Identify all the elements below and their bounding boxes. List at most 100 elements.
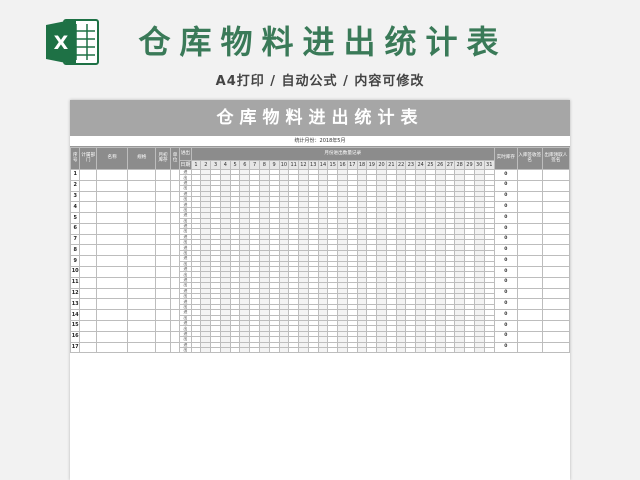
day-out-cell[interactable] xyxy=(385,346,397,354)
unit-cell[interactable] xyxy=(169,330,181,343)
in-sign-cell[interactable] xyxy=(516,266,543,278)
day-out-cell[interactable] xyxy=(356,346,368,354)
day-out-cell[interactable] xyxy=(307,346,319,354)
opening-stock-cell[interactable] xyxy=(155,287,171,300)
day-out-cell[interactable] xyxy=(327,346,339,354)
spec-cell[interactable] xyxy=(127,330,157,343)
dept-cell[interactable] xyxy=(79,330,97,343)
day-out-cell[interactable] xyxy=(473,346,485,354)
in-sign-cell[interactable] xyxy=(516,212,543,224)
in-sign-cell[interactable] xyxy=(516,287,543,300)
spec-cell[interactable] xyxy=(127,309,157,321)
out-sign-cell[interactable] xyxy=(541,169,570,181)
name-cell[interactable] xyxy=(95,298,129,311)
name-cell[interactable] xyxy=(95,255,129,268)
dept-cell[interactable] xyxy=(79,212,97,224)
day-out-cell[interactable] xyxy=(288,346,300,354)
dept-cell[interactable] xyxy=(79,179,97,192)
spec-cell[interactable] xyxy=(127,190,157,203)
unit-cell[interactable] xyxy=(169,190,181,203)
dept-cell[interactable] xyxy=(79,309,97,321)
unit-cell[interactable] xyxy=(169,287,181,300)
day-out-cell[interactable] xyxy=(454,346,466,354)
out-sign-cell[interactable] xyxy=(541,201,570,214)
day-out-cell[interactable] xyxy=(190,346,202,354)
in-sign-cell[interactable] xyxy=(516,309,543,321)
spec-cell[interactable] xyxy=(127,233,157,246)
day-out-cell[interactable] xyxy=(298,346,309,354)
opening-stock-cell[interactable] xyxy=(155,298,171,311)
dept-cell[interactable] xyxy=(79,255,97,268)
in-sign-cell[interactable] xyxy=(516,179,543,192)
spec-cell[interactable] xyxy=(127,244,157,257)
opening-stock-cell[interactable] xyxy=(155,266,171,278)
spec-cell[interactable] xyxy=(127,255,157,268)
in-sign-cell[interactable] xyxy=(516,330,543,343)
dept-cell[interactable] xyxy=(79,266,97,278)
opening-stock-cell[interactable] xyxy=(155,212,171,224)
out-sign-cell[interactable] xyxy=(541,212,570,224)
out-sign-cell[interactable] xyxy=(541,255,570,268)
unit-cell[interactable] xyxy=(169,309,181,321)
day-out-cell[interactable] xyxy=(278,346,290,354)
unit-cell[interactable] xyxy=(169,255,181,268)
unit-cell[interactable] xyxy=(169,266,181,278)
out-sign-cell[interactable] xyxy=(541,179,570,192)
day-out-cell[interactable] xyxy=(249,346,260,354)
dept-cell[interactable] xyxy=(79,276,97,289)
out-sign-cell[interactable] xyxy=(541,341,570,354)
dept-cell[interactable] xyxy=(79,201,97,214)
name-cell[interactable] xyxy=(95,201,129,214)
day-out-cell[interactable] xyxy=(395,346,407,354)
in-sign-cell[interactable] xyxy=(516,341,543,354)
unit-cell[interactable] xyxy=(169,276,181,289)
unit-cell[interactable] xyxy=(169,201,181,214)
spec-cell[interactable] xyxy=(127,212,157,224)
in-sign-cell[interactable] xyxy=(516,201,543,214)
dept-cell[interactable] xyxy=(79,233,97,246)
opening-stock-cell[interactable] xyxy=(155,179,171,192)
opening-stock-cell[interactable] xyxy=(155,330,171,343)
out-sign-cell[interactable] xyxy=(541,190,570,203)
opening-stock-cell[interactable] xyxy=(155,222,171,235)
out-sign-cell[interactable] xyxy=(541,319,570,332)
day-out-cell[interactable] xyxy=(219,346,231,354)
spec-cell[interactable] xyxy=(127,287,157,300)
out-sign-cell[interactable] xyxy=(541,222,570,235)
in-sign-cell[interactable] xyxy=(516,298,543,311)
name-cell[interactable] xyxy=(95,287,129,300)
opening-stock-cell[interactable] xyxy=(155,255,171,268)
spec-cell[interactable] xyxy=(127,319,157,332)
in-sign-cell[interactable] xyxy=(516,244,543,257)
dept-cell[interactable] xyxy=(79,319,97,332)
name-cell[interactable] xyxy=(95,330,129,343)
name-cell[interactable] xyxy=(95,244,129,257)
dept-cell[interactable] xyxy=(79,287,97,300)
unit-cell[interactable] xyxy=(169,244,181,257)
dept-cell[interactable] xyxy=(79,341,97,354)
unit-cell[interactable] xyxy=(169,341,181,354)
spec-cell[interactable] xyxy=(127,169,157,181)
out-sign-cell[interactable] xyxy=(541,233,570,246)
dept-cell[interactable] xyxy=(79,222,97,235)
in-sign-cell[interactable] xyxy=(516,233,543,246)
day-out-cell[interactable] xyxy=(425,346,436,354)
unit-cell[interactable] xyxy=(169,233,181,246)
in-sign-cell[interactable] xyxy=(516,222,543,235)
day-out-cell[interactable] xyxy=(376,346,387,354)
opening-stock-cell[interactable] xyxy=(155,244,171,257)
name-cell[interactable] xyxy=(95,319,129,332)
spec-cell[interactable] xyxy=(127,201,157,214)
unit-cell[interactable] xyxy=(169,319,181,332)
in-sign-cell[interactable] xyxy=(516,169,543,181)
opening-stock-cell[interactable] xyxy=(155,319,171,332)
out-sign-cell[interactable] xyxy=(541,330,570,343)
unit-cell[interactable] xyxy=(169,179,181,192)
out-sign-cell[interactable] xyxy=(541,276,570,289)
name-cell[interactable] xyxy=(95,266,129,278)
day-out-cell[interactable] xyxy=(483,346,495,354)
name-cell[interactable] xyxy=(95,212,129,224)
name-cell[interactable] xyxy=(95,179,129,192)
day-out-cell[interactable] xyxy=(268,346,280,354)
dept-cell[interactable] xyxy=(79,169,97,181)
